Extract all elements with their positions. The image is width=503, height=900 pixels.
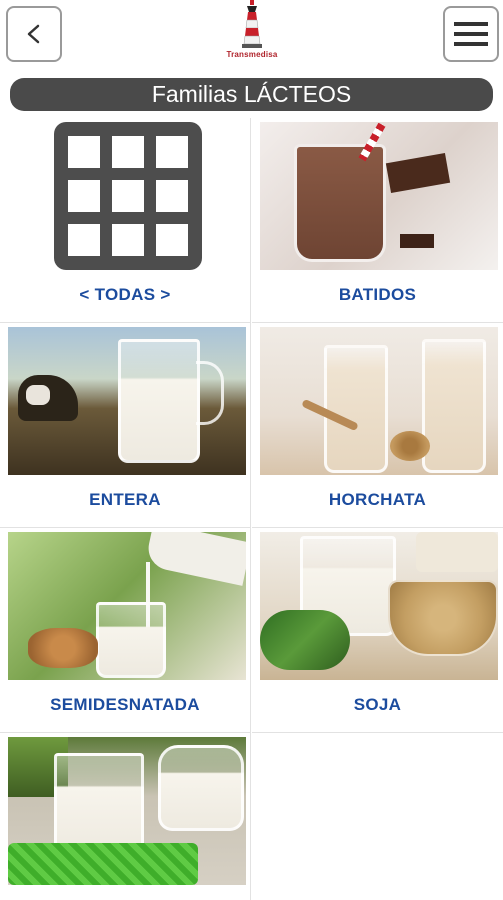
category-label: BATIDOS — [338, 285, 417, 304]
menu-button[interactable] — [443, 6, 499, 62]
category-soja[interactable]: SOJA — [252, 528, 503, 733]
grid-icon — [54, 122, 202, 270]
hamburger-menu-icon — [454, 22, 488, 46]
soy-milk-photo — [260, 532, 498, 680]
top-bar: Transmedisa — [0, 0, 503, 76]
category-semidesnatada[interactable]: SEMIDESNATADA — [0, 528, 251, 733]
category-label: ENTERA — [89, 490, 161, 509]
back-button[interactable] — [6, 6, 62, 62]
category-item[interactable] — [0, 733, 251, 900]
category-horchata[interactable]: HORCHATA — [252, 323, 503, 528]
chevron-left-icon — [27, 24, 40, 44]
logo-text: Transmedisa — [226, 50, 278, 59]
category-label: < TODAS > — [79, 285, 171, 304]
category-batidos[interactable]: BATIDOS — [252, 118, 503, 323]
milk-glass-photo — [8, 737, 246, 885]
whole-milk-jug-photo — [8, 327, 246, 475]
category-label: HORCHATA — [328, 490, 427, 509]
category-entera[interactable]: ENTERA — [0, 323, 251, 528]
semi-skimmed-milk-photo — [8, 532, 246, 680]
category-label: SEMIDESNATADA — [50, 695, 200, 714]
category-todas[interactable]: < TODAS > — [0, 118, 251, 323]
app-logo: Transmedisa — [222, 0, 282, 70]
empty-cell — [252, 733, 503, 900]
lighthouse-icon — [242, 0, 262, 48]
horchata-glasses-photo — [260, 327, 498, 475]
page-title: Familias LÁCTEOS — [10, 78, 493, 111]
chocolate-milkshake-photo — [260, 122, 498, 270]
category-label: SOJA — [353, 695, 402, 714]
